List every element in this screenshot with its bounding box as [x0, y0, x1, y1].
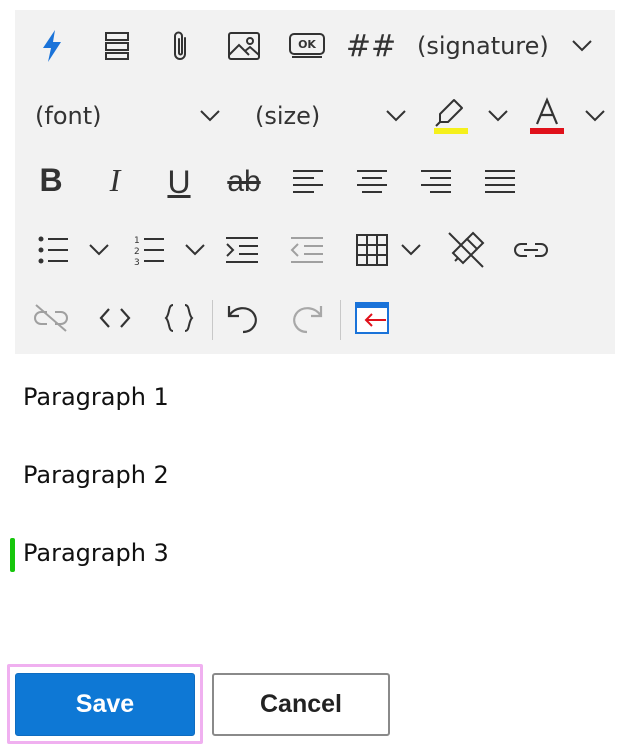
highlight-color-button[interactable] — [431, 94, 471, 138]
undo-button[interactable] — [223, 298, 263, 338]
bold-label: B — [39, 161, 63, 198]
paragraph[interactable]: Paragraph 1 — [23, 383, 169, 411]
cancel-button[interactable]: Cancel — [212, 673, 390, 736]
redo-button[interactable] — [287, 298, 327, 338]
align-right-icon — [421, 170, 451, 193]
chevron-down-icon — [200, 110, 220, 122]
outdent-icon — [290, 237, 323, 263]
signature-dropdown[interactable]: (signature) — [417, 26, 549, 66]
align-left-icon — [293, 170, 323, 193]
underline-label: U — [167, 163, 191, 200]
svg-text:2: 2 — [134, 247, 140, 257]
code-view-button[interactable] — [95, 298, 135, 338]
stacked-blocks-icon — [105, 32, 129, 60]
insert-arrow-icon — [355, 302, 389, 334]
insert-link-button[interactable] — [509, 230, 553, 270]
font-dropdown-toggle[interactable] — [195, 100, 225, 132]
save-button[interactable]: Save — [15, 673, 195, 736]
ok-button-icon: OK — [289, 33, 325, 58]
size-label: (size) — [255, 102, 321, 130]
justify-button[interactable] — [480, 162, 520, 202]
toolbar-separator — [212, 300, 213, 340]
chevron-down-icon — [185, 244, 205, 256]
redo-icon — [293, 306, 323, 334]
font-color-toggle[interactable] — [580, 100, 610, 132]
justify-icon — [485, 170, 515, 193]
signature-label: (signature) — [417, 32, 549, 60]
numbered-list-toggle[interactable] — [181, 234, 209, 266]
font-color-button[interactable] — [526, 94, 568, 138]
table-icon — [356, 234, 388, 266]
paragraph[interactable]: Paragraph 3 — [23, 539, 169, 567]
bold-button[interactable]: B — [33, 160, 69, 200]
table-button[interactable] — [352, 230, 392, 270]
unlink-icon — [34, 304, 68, 332]
quick-action-button[interactable] — [33, 26, 71, 66]
align-center-icon — [357, 170, 387, 193]
size-dropdown[interactable]: (size) — [255, 96, 320, 136]
current-paragraph-indicator — [10, 538, 15, 572]
placeholder-button[interactable] — [159, 298, 199, 338]
svg-text:3: 3 — [134, 258, 140, 266]
numbered-list-button[interactable]: 1 2 3 — [129, 230, 169, 270]
formatting-toolbar: OK ## (signature) (font) (size) B I U ab… — [15, 10, 615, 354]
chevron-down-icon — [488, 110, 508, 122]
insert-into-editor-button[interactable] — [351, 298, 393, 338]
paperclip-icon — [174, 31, 186, 60]
braces-icon — [164, 304, 194, 332]
insert-image-button[interactable] — [223, 26, 265, 66]
attach-file-button[interactable] — [160, 24, 200, 68]
clear-formatting-button[interactable] — [445, 228, 487, 272]
chevron-down-icon — [386, 110, 406, 122]
highlight-color-toggle[interactable] — [483, 100, 513, 132]
paragraph[interactable]: Paragraph 2 — [23, 461, 169, 489]
chevron-down-icon — [401, 244, 421, 256]
highlighter-icon — [434, 99, 468, 134]
align-center-button[interactable] — [352, 162, 392, 202]
lightning-icon — [43, 30, 61, 62]
strikethrough-label: ab — [227, 165, 261, 198]
indent-icon — [226, 237, 258, 263]
bullet-list-icon — [38, 236, 68, 264]
chevron-down-icon — [89, 244, 109, 256]
indent-button[interactable] — [222, 230, 262, 270]
bullet-list-toggle[interactable] — [85, 234, 113, 266]
toolbar-separator — [340, 300, 341, 340]
italic-label: I — [109, 161, 121, 198]
chevron-down-icon — [585, 110, 605, 122]
font-label: (font) — [35, 102, 102, 130]
chevron-down-icon — [572, 40, 592, 52]
code-icon — [99, 308, 131, 328]
align-right-button[interactable] — [416, 162, 456, 202]
remove-link-button[interactable] — [29, 298, 73, 338]
table-toggle[interactable] — [397, 234, 425, 266]
underline-button[interactable]: U — [161, 160, 197, 204]
font-dropdown[interactable]: (font) — [35, 96, 101, 136]
undo-icon — [227, 306, 257, 334]
svg-text:1: 1 — [134, 236, 140, 246]
hash-button[interactable]: ## — [345, 26, 397, 66]
numbered-list-icon: 1 2 3 — [134, 236, 164, 266]
signature-dropdown-toggle[interactable] — [567, 30, 597, 62]
image-icon — [228, 32, 260, 60]
ok-button[interactable]: OK — [285, 26, 329, 66]
ok-label: OK — [298, 38, 316, 51]
font-color-icon — [530, 97, 564, 134]
align-left-button[interactable] — [288, 162, 328, 202]
italic-button[interactable]: I — [97, 160, 133, 200]
strikethrough-button[interactable]: ab — [220, 160, 268, 204]
link-icon — [514, 243, 548, 257]
size-dropdown-toggle[interactable] — [381, 100, 411, 132]
blocks-button[interactable] — [97, 26, 137, 66]
bullet-list-button[interactable] — [33, 230, 73, 270]
outdent-button[interactable] — [287, 230, 327, 270]
clear-formatting-icon — [448, 231, 485, 268]
hash-label: ## — [345, 28, 397, 64]
